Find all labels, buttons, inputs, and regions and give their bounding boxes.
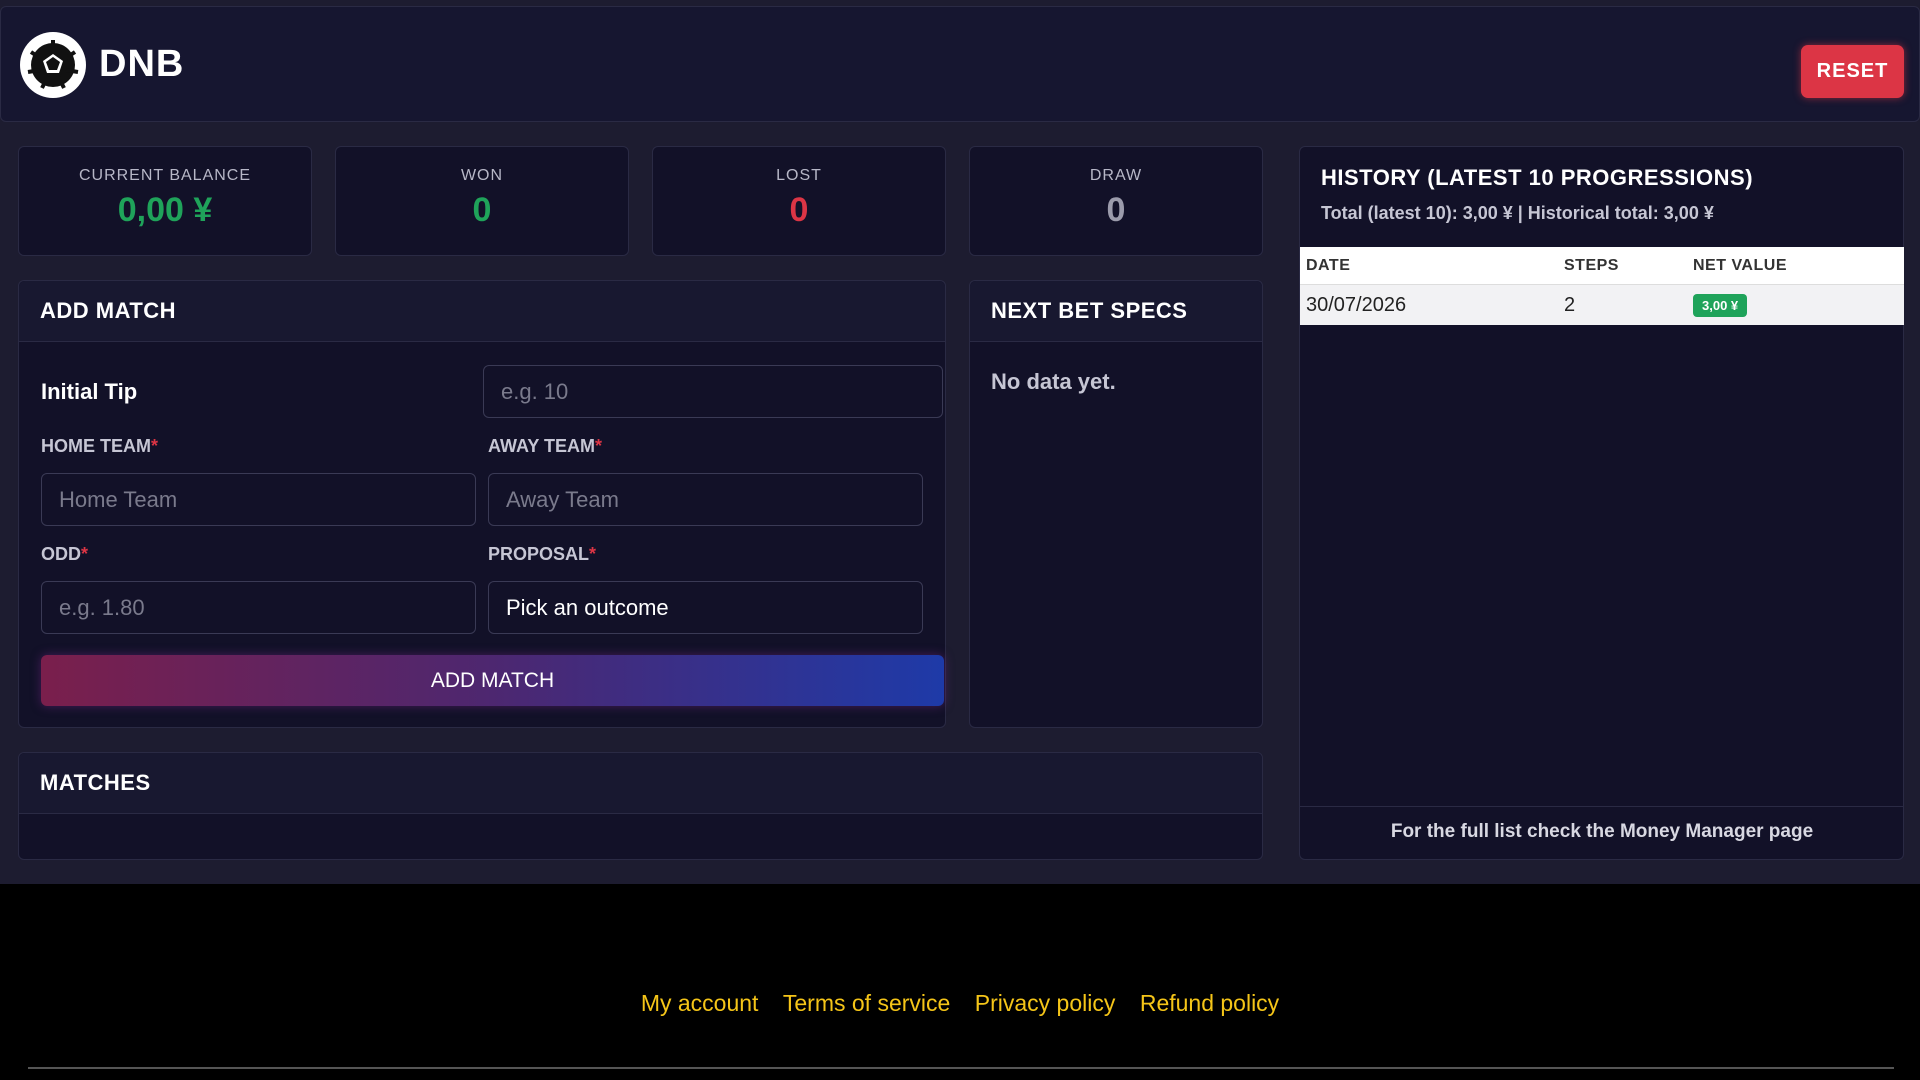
reset-button[interactable]: RESET — [1801, 45, 1904, 98]
stat-draw-label: DRAW — [1089, 167, 1143, 184]
footer-links: My account Terms of service Privacy poli… — [0, 990, 1920, 1017]
history-title: HISTORY (LATEST 10 PROGRESSIONS) — [1321, 165, 1754, 190]
home-team-label: HOME TEAM* — [41, 436, 158, 457]
stat-balance-label: CURRENT BALANCE — [78, 167, 252, 184]
row-steps: 2 — [1564, 293, 1576, 316]
footer-link-privacy[interactable]: Privacy policy — [975, 990, 1116, 1016]
table-row: 30/07/2026 2 3,00 ¥ — [1300, 285, 1904, 325]
next-bet-panel: NEXT BET SPECS No data yet. — [969, 280, 1263, 728]
matches-title: MATCHES — [19, 753, 1262, 814]
proposal-label: PROPOSAL* — [488, 544, 596, 565]
away-team-label-text: AWAY TEAM — [488, 436, 596, 456]
history-panel: HISTORY (LATEST 10 PROGRESSIONS) Total (… — [1299, 146, 1904, 860]
required-mark: * — [151, 436, 159, 456]
column-steps: STEPS — [1564, 256, 1619, 274]
initial-tip-label: Initial Tip — [41, 379, 138, 404]
home-team-input[interactable] — [41, 473, 476, 526]
stat-draw-value: 0 — [1106, 191, 1126, 229]
net-value-badge: 3,00 ¥ — [1693, 294, 1748, 317]
add-match-title: ADD MATCH — [19, 281, 945, 342]
matches-panel: MATCHES — [18, 752, 1263, 860]
stat-lost-card: LOST 0 — [652, 146, 946, 256]
add-match-button[interactable]: ADD MATCH — [41, 655, 944, 706]
brand-name: DNB — [99, 43, 185, 85]
row-date: 30/07/2026 — [1306, 293, 1407, 316]
stat-draw-card: DRAW 0 — [969, 146, 1263, 256]
stat-won-card: WON 0 — [335, 146, 629, 256]
top-bar: DNB RESET — [0, 6, 1920, 122]
column-net-value: NET VALUE — [1693, 256, 1787, 274]
footer-link-terms[interactable]: Terms of service — [783, 990, 950, 1016]
next-bet-empty-text: No data yet. — [991, 369, 1116, 394]
away-team-input[interactable] — [488, 473, 923, 526]
footer-link-my-account[interactable]: My account — [641, 990, 759, 1016]
stat-balance-value: 0,00 ¥ — [117, 191, 213, 229]
stat-won-value: 0 — [472, 191, 492, 229]
stat-won-label: WON — [460, 167, 504, 184]
required-mark: * — [589, 544, 597, 564]
odd-input[interactable] — [41, 581, 476, 634]
proposal-label-text: PROPOSAL — [488, 544, 590, 564]
footer-divider — [28, 1067, 1894, 1069]
stat-balance-card: CURRENT BALANCE 0,00 ¥ — [18, 146, 312, 256]
row-net-cell: 3,00 ¥ — [1693, 293, 1904, 317]
required-mark: * — [81, 544, 89, 564]
initial-tip-input[interactable] — [483, 365, 943, 418]
add-match-panel: ADD MATCH Initial Tip HOME TEAM* AWAY TE… — [18, 280, 946, 728]
odd-label-text: ODD — [41, 544, 81, 564]
history-subtitle: Total (latest 10): 3,00 ¥ | Historical t… — [1321, 203, 1714, 223]
away-team-label: AWAY TEAM* — [488, 436, 602, 457]
history-footer-note: For the full list check the Money Manage… — [1300, 806, 1904, 861]
column-date: DATE — [1306, 256, 1351, 274]
history-table: DATE STEPS NET VALUE 30/07/2026 2 3,00 ¥ — [1300, 247, 1904, 325]
proposal-select[interactable]: Pick an outcome — [488, 581, 923, 634]
soccer-ball-icon — [20, 32, 86, 98]
next-bet-title: NEXT BET SPECS — [970, 281, 1262, 342]
history-table-header: DATE STEPS NET VALUE — [1300, 247, 1904, 285]
required-mark: * — [595, 436, 603, 456]
stat-lost-value: 0 — [789, 191, 809, 229]
footer-link-refund[interactable]: Refund policy — [1140, 990, 1279, 1016]
stat-lost-label: LOST — [776, 167, 822, 184]
home-team-label-text: HOME TEAM — [41, 436, 151, 456]
odd-label: ODD* — [41, 544, 88, 565]
